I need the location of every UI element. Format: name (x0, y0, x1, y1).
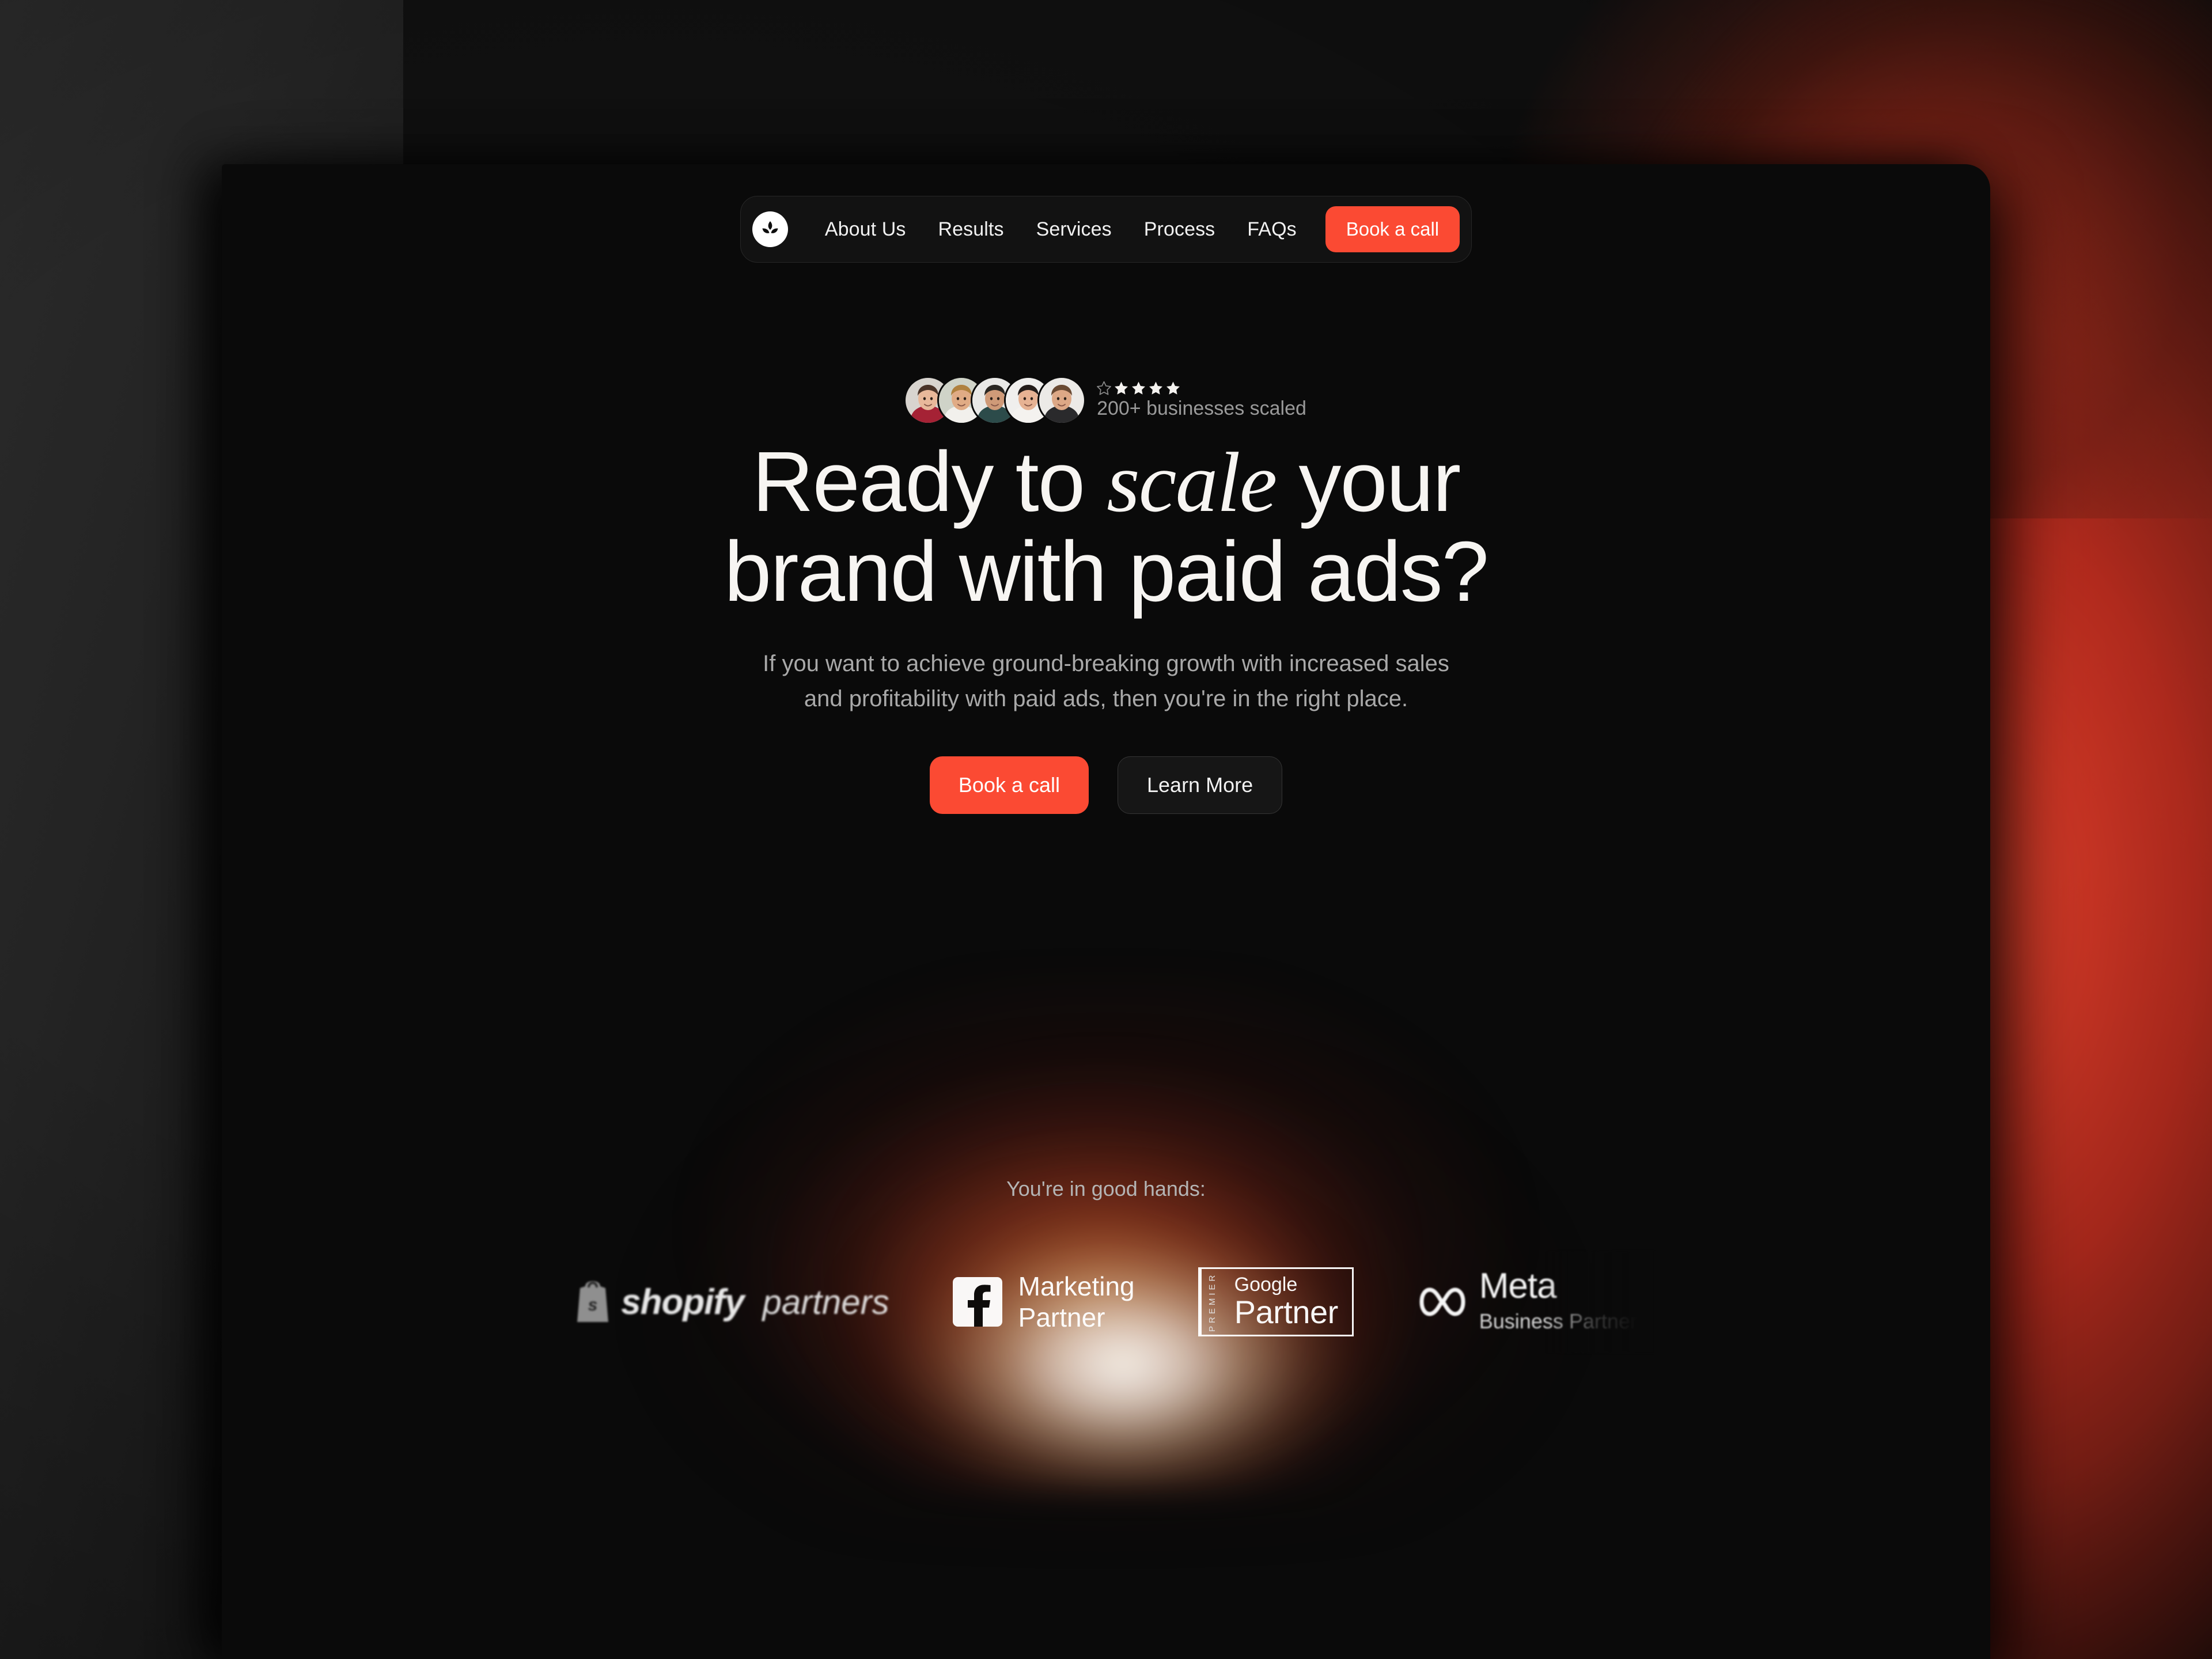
nav-link-results[interactable]: Results (922, 218, 1020, 241)
google-premier-label: PREMIER (1199, 1269, 1223, 1335)
star-filled-icon (1132, 381, 1146, 395)
main-navbar: About Us Results Services Process FAQs B… (740, 196, 1472, 263)
social-proof-text: 200+ businesses scaled (1097, 381, 1306, 420)
star-outline-icon (1097, 381, 1111, 395)
meta-infinity-icon (1419, 1287, 1465, 1316)
brand-logo[interactable] (752, 211, 788, 247)
subhead-line2: and profitability with paid ads, then yo… (804, 685, 1408, 711)
facebook-line2: Partner (1018, 1302, 1105, 1333)
leaf-trefoil-logo-icon (757, 217, 783, 242)
website-preview-card: About Us Results Services Process FAQs B… (222, 164, 1990, 1659)
google-brand-label: Google (1234, 1274, 1298, 1296)
shopify-wordmark: shopify (621, 1282, 744, 1322)
headline-part2: your (1276, 434, 1461, 529)
partner-logo-row: s shopify partners Marketing Partner PRE… (222, 1251, 1990, 1353)
star-rating (1097, 381, 1306, 395)
google-tier-label: Partner (1234, 1293, 1339, 1330)
subhead-line1: If you want to achieve ground-breaking g… (763, 650, 1449, 676)
partner-logo-meta: Meta Business Partner (1417, 1251, 1654, 1353)
partners-title: You're in good hands: (1006, 1177, 1206, 1201)
social-proof: 200+ businesses scaled (222, 378, 1990, 423)
page-title: Ready to scale your brand with paid ads? (222, 438, 1990, 616)
hero-subheading: If you want to achieve ground-breaking g… (222, 646, 1990, 717)
hero-book-a-call-button[interactable]: Book a call (929, 756, 1089, 815)
facebook-f-icon (952, 1277, 1002, 1327)
google-premier-partner-badge: PREMIER Google Partner (1198, 1267, 1354, 1337)
navbar-container: About Us Results Services Process FAQs B… (222, 164, 1990, 263)
partner-logo-facebook: Marketing Partner (952, 1271, 1135, 1334)
nav-link-faqs[interactable]: FAQs (1231, 218, 1312, 241)
partner-logo-google: PREMIER Google Partner (1198, 1267, 1354, 1337)
avatar (1039, 378, 1085, 423)
hero-learn-more-button[interactable]: Learn More (1118, 756, 1283, 815)
nav-link-services[interactable]: Services (1020, 218, 1128, 241)
facebook-partner-text: Marketing Partner (1018, 1271, 1135, 1334)
meta-brand-label: Meta (1479, 1266, 1557, 1306)
hero-cta-row: Book a call Learn More (222, 756, 1990, 815)
partners-section: You're in good hands: s shopify partners (222, 1177, 1990, 1353)
nav-link-about-us[interactable]: About Us (809, 218, 922, 241)
headline-line2: brand with paid ads? (724, 524, 1489, 619)
headline-part1: Ready to (752, 434, 1107, 529)
star-filled-icon (1115, 381, 1128, 395)
headline-accent-word: scale (1107, 435, 1277, 530)
facebook-line1: Marketing (1018, 1271, 1135, 1302)
nav-link-process[interactable]: Process (1128, 218, 1232, 241)
avatar-stack (906, 378, 1085, 423)
meta-partner-text: Meta Business Partner (1479, 1268, 1637, 1336)
partner-logo-shopify: s shopify partners (575, 1281, 889, 1323)
google-partner-main: Google Partner (1223, 1269, 1352, 1335)
nav-book-a-call-button[interactable]: Book a call (1325, 206, 1460, 252)
star-filled-icon (1149, 381, 1163, 395)
businesses-scaled-label: 200+ businesses scaled (1097, 397, 1306, 419)
svg-text:s: s (588, 1296, 598, 1315)
meta-business-partner-label: Business Partner (1479, 1309, 1637, 1334)
shopify-partners-label: partners (762, 1282, 889, 1321)
hero-section: 200+ businesses scaled Ready to scale yo… (222, 378, 1990, 815)
star-filled-icon (1166, 381, 1180, 395)
shopify-bag-icon: s (577, 1281, 609, 1323)
